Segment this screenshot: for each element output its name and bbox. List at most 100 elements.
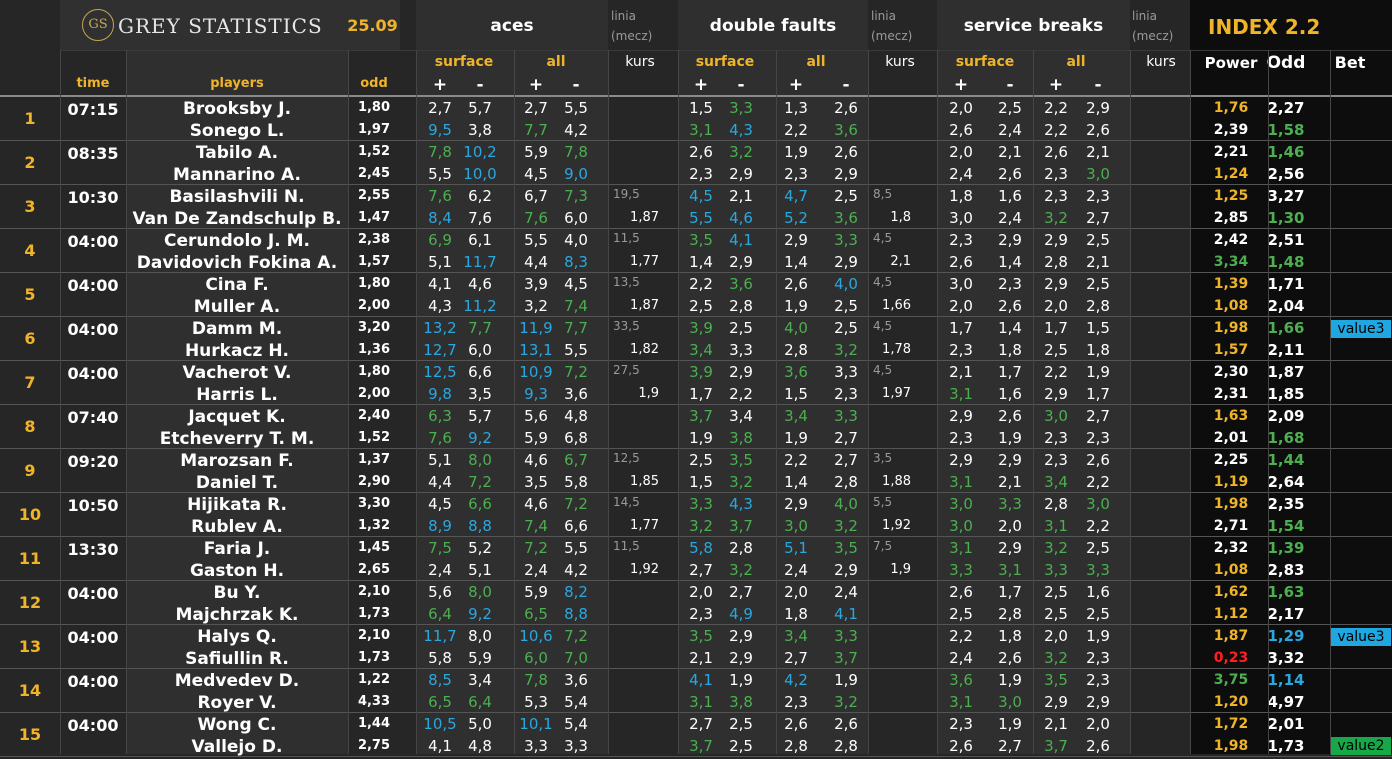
row-number: 8 bbox=[24, 417, 36, 436]
df-line: 4,5 bbox=[873, 275, 893, 289]
power-value: 1,25 bbox=[1213, 188, 1249, 204]
df-line: 5,5 bbox=[873, 495, 893, 509]
column-divider bbox=[348, 50, 349, 754]
odd2-value: 2,04 bbox=[1267, 297, 1305, 315]
df-value: 1,4 bbox=[784, 473, 808, 491]
df-value: 4,0 bbox=[784, 319, 808, 337]
aces-value: 6,6 bbox=[468, 363, 492, 381]
column-divider bbox=[608, 50, 609, 754]
player-odd: 1,73 bbox=[357, 650, 391, 665]
player-odd: 1,52 bbox=[357, 144, 391, 159]
df-value: 2,9 bbox=[729, 649, 753, 667]
time-header: time bbox=[76, 76, 110, 91]
aces-value: 8,9 bbox=[428, 517, 452, 535]
df-value: 2,7 bbox=[784, 649, 808, 667]
power-value: 1,08 bbox=[1213, 562, 1249, 578]
subgroup-divider bbox=[1033, 50, 1034, 754]
linia-label-1: linia bbox=[611, 9, 636, 23]
odd2-value: 1,58 bbox=[1267, 121, 1305, 139]
aces-value: 8,0 bbox=[468, 583, 492, 601]
row-number: 10 bbox=[18, 505, 42, 524]
aces-value: 3,2 bbox=[524, 297, 548, 315]
aces-value: 5,5 bbox=[564, 341, 588, 359]
player-name: Hijikata R. bbox=[187, 495, 287, 515]
df-value: 2,8 bbox=[784, 341, 808, 359]
header-top-divider bbox=[60, 50, 1392, 51]
subgroup-divider bbox=[514, 50, 515, 754]
sb-value: 2,5 bbox=[998, 99, 1022, 117]
df-value: 2,1 bbox=[689, 649, 713, 667]
df-value: 3,2 bbox=[834, 517, 858, 535]
df-value: 4,1 bbox=[729, 231, 753, 249]
df-value: 3,2 bbox=[834, 341, 858, 359]
sb-value: 2,4 bbox=[949, 165, 973, 183]
bet-badge: value3 bbox=[1331, 628, 1391, 646]
sb-value: 2,0 bbox=[1044, 627, 1068, 645]
df-value: 2,4 bbox=[784, 561, 808, 579]
df-value: 3,4 bbox=[784, 407, 808, 425]
df-value: 1,8 bbox=[784, 605, 808, 623]
aces-value: 4,2 bbox=[564, 561, 588, 579]
aces-value: 7,2 bbox=[564, 495, 588, 513]
sb-value: 2,9 bbox=[1044, 385, 1068, 403]
aces-value: 8,8 bbox=[564, 605, 588, 623]
aces-value: 6,0 bbox=[468, 341, 492, 359]
match-time: 07:15 bbox=[67, 100, 119, 119]
df-value: 4,7 bbox=[784, 187, 808, 205]
player-odd: 2,55 bbox=[357, 188, 391, 203]
row-number: 14 bbox=[18, 681, 42, 700]
match-time: 07:40 bbox=[67, 408, 119, 427]
df-value: 2,7 bbox=[689, 715, 713, 733]
bet-badge: value2 bbox=[1331, 737, 1391, 755]
df-value: 4,5 bbox=[689, 187, 713, 205]
df-value: 1,9 bbox=[834, 671, 858, 689]
df-value: 3,2 bbox=[729, 143, 753, 161]
df-value: 2,0 bbox=[689, 583, 713, 601]
power-value: 1,87 bbox=[1213, 628, 1249, 644]
sb-value: 3,0 bbox=[998, 693, 1022, 711]
sb-value: 2,3 bbox=[1086, 429, 1110, 447]
aces-value: 6,5 bbox=[524, 605, 548, 623]
aces-value: 5,1 bbox=[468, 561, 492, 579]
aces-value: 5,4 bbox=[564, 715, 588, 733]
aces-kurs: 1,82 bbox=[630, 342, 659, 357]
player-odd: 2,65 bbox=[357, 562, 391, 577]
aces-value: 7,8 bbox=[428, 143, 452, 161]
sb-value: 1,5 bbox=[1086, 319, 1110, 337]
df-value: 4,9 bbox=[729, 605, 753, 623]
aces-value: 10,6 bbox=[519, 627, 553, 645]
player-odd: 1,47 bbox=[357, 210, 391, 225]
aces-value: 5,6 bbox=[524, 407, 548, 425]
power-value: 2,31 bbox=[1213, 386, 1249, 402]
df-value: 2,6 bbox=[689, 143, 713, 161]
row-number: 4 bbox=[24, 241, 36, 260]
aces-value: 6,0 bbox=[524, 649, 548, 667]
sb-value: 3,1 bbox=[949, 693, 973, 711]
df-value: 3,6 bbox=[834, 121, 858, 139]
match-time: 04:00 bbox=[67, 584, 119, 603]
aces-value: 5,9 bbox=[524, 143, 548, 161]
aces-value: 5,3 bbox=[524, 693, 548, 711]
sb-value: 2,3 bbox=[949, 341, 973, 359]
aces-value: 4,1 bbox=[428, 275, 452, 293]
aces-value: 6,1 bbox=[468, 231, 492, 249]
odd2-value: 2,09 bbox=[1267, 407, 1305, 425]
sb-value: 2,3 bbox=[1086, 187, 1110, 205]
odd2-value: 1,44 bbox=[1267, 451, 1305, 469]
df-value: 3,1 bbox=[689, 693, 713, 711]
aces-value: 7,7 bbox=[468, 319, 492, 337]
logo-mark-text: GS bbox=[88, 17, 108, 32]
odd2-value: 2,56 bbox=[1267, 165, 1305, 183]
sb-value: 2,3 bbox=[1044, 429, 1068, 447]
sb-value: 2,6 bbox=[949, 583, 973, 601]
odd2-value: 1,29 bbox=[1267, 627, 1305, 645]
sb-value: 1,7 bbox=[998, 363, 1022, 381]
power-value: 2,42 bbox=[1213, 232, 1249, 248]
aces-value: 4,4 bbox=[428, 473, 452, 491]
mecz-label-1: (mecz) bbox=[611, 29, 653, 43]
df-value: 2,7 bbox=[834, 429, 858, 447]
aces-value: 7,6 bbox=[428, 187, 452, 205]
df-value: 3,7 bbox=[729, 517, 753, 535]
plus-header-df-0: + bbox=[693, 75, 709, 95]
aces-value: 7,5 bbox=[428, 539, 452, 557]
